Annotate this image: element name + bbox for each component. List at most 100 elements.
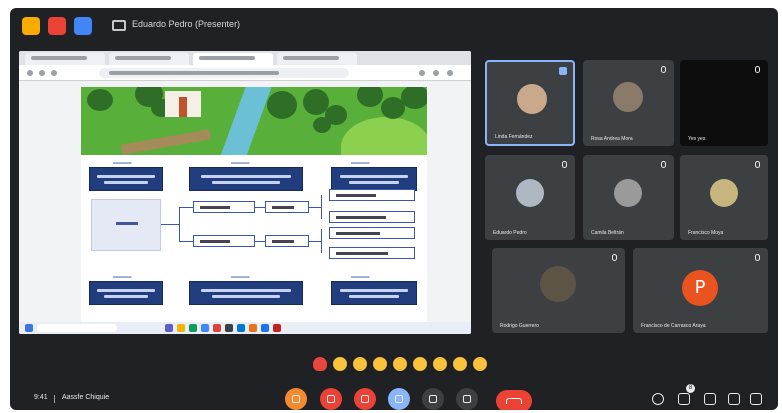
camera-toggle-button[interactable] xyxy=(354,388,376,410)
clap-reaction-icon[interactable] xyxy=(373,357,387,371)
taskbar-app-icon[interactable] xyxy=(189,324,197,332)
diagram-panel xyxy=(91,199,161,251)
raise-hand-button[interactable] xyxy=(285,388,307,410)
participant-name: Camila Beltrán xyxy=(591,230,624,236)
meeting-window: Eduardo Pedro (Presenter) ▁▁▁▁ ▁▁▁▁ ▁▁▁▁… xyxy=(10,8,778,410)
blue-app-icon[interactable] xyxy=(74,17,92,35)
participant-tile[interactable]: Eduardo Pedro xyxy=(485,155,575,240)
more-options-button[interactable] xyxy=(456,388,478,410)
participant-name: Yes yes xyxy=(688,136,706,142)
participant-avatar xyxy=(540,266,576,302)
back-icon[interactable] xyxy=(27,70,33,76)
browser-tab[interactable] xyxy=(277,53,357,65)
diagram-node xyxy=(329,227,415,239)
mic-off-icon xyxy=(755,161,760,168)
diagram-node xyxy=(329,189,415,201)
blue-info-box xyxy=(89,167,163,191)
start-icon[interactable] xyxy=(25,324,33,332)
mic-off-icon xyxy=(661,161,666,168)
present-button[interactable] xyxy=(422,388,444,410)
profile-icon[interactable] xyxy=(433,70,439,76)
participant-avatar xyxy=(614,179,642,207)
people-icon[interactable] xyxy=(678,393,690,405)
mic-off-icon xyxy=(755,66,760,73)
participant-name: Linda Fernández xyxy=(495,134,533,140)
chat-icon[interactable] xyxy=(704,393,716,405)
taskbar-app-icon[interactable] xyxy=(177,324,185,332)
taskbar-app-icon[interactable] xyxy=(225,324,233,332)
taskbar-app-icon[interactable] xyxy=(201,324,209,332)
browser-tab[interactable] xyxy=(25,53,105,65)
participant-name: Francisco de Carrasco Araya xyxy=(641,323,706,329)
mic-off-icon xyxy=(612,254,617,261)
captions-button[interactable] xyxy=(388,388,410,410)
yellow-app-icon[interactable] xyxy=(22,17,40,35)
lock-icon[interactable] xyxy=(750,393,762,405)
participant-avatar xyxy=(517,84,547,114)
thumbs-down-reaction-icon[interactable] xyxy=(473,357,487,371)
participant-tile[interactable]: Linda Fernández xyxy=(485,60,575,146)
diagram-node xyxy=(265,235,309,247)
participant-tile[interactable]: Rodrigo Guerrero xyxy=(492,248,625,333)
top-bar: Eduardo Pedro (Presenter) xyxy=(10,8,778,44)
info-icon[interactable] xyxy=(652,393,664,405)
presenter-label: Eduardo Pedro (Presenter) xyxy=(132,19,241,29)
landscape-illustration xyxy=(81,87,427,155)
participant-tile[interactable]: P Francisco de Carrasco Araya xyxy=(633,248,768,333)
party-reaction-icon[interactable] xyxy=(353,357,367,371)
participant-tile[interactable]: Rosa Andrea Mora xyxy=(583,60,674,146)
diagram-node xyxy=(265,201,309,213)
shared-screen[interactable]: ▁▁▁▁ ▁▁▁▁ ▁▁▁▁ ▁▁▁▁ ▁▁▁▁ ▁▁▁▁ xyxy=(19,51,471,334)
sad-reaction-icon[interactable] xyxy=(433,357,447,371)
extension-icon[interactable] xyxy=(419,70,425,76)
thinking-reaction-icon[interactable] xyxy=(453,357,467,371)
mic-off-icon xyxy=(755,254,760,261)
blue-info-box xyxy=(89,281,163,305)
blue-info-box xyxy=(189,281,303,305)
participant-name: Rodrigo Guerrero xyxy=(500,323,539,329)
browser-tab-active[interactable] xyxy=(193,53,273,65)
leave-call-button[interactable] xyxy=(496,390,532,410)
menu-icon[interactable] xyxy=(447,70,453,76)
diagram-node xyxy=(193,201,255,213)
participant-name: Rosa Andrea Mora xyxy=(591,136,633,142)
mic-off-icon xyxy=(562,161,567,168)
taskbar-search[interactable] xyxy=(37,324,117,332)
thumbs-up-reaction-icon[interactable] xyxy=(333,357,347,371)
heart-reaction-icon[interactable] xyxy=(313,357,327,371)
reload-icon[interactable] xyxy=(51,70,57,76)
taskbar-app-icon[interactable] xyxy=(165,324,173,332)
red-app-icon[interactable] xyxy=(48,17,66,35)
mic-toggle-button[interactable] xyxy=(320,388,342,410)
forward-icon[interactable] xyxy=(39,70,45,76)
diagram-node xyxy=(329,211,415,223)
browser-tab[interactable] xyxy=(109,53,189,65)
participant-tile[interactable]: Yes yes xyxy=(680,60,768,146)
browser-address-bar xyxy=(19,65,471,81)
divider xyxy=(54,395,55,403)
taskbar-app-icon[interactable] xyxy=(273,324,281,332)
windows-taskbar xyxy=(19,322,471,334)
blue-info-box xyxy=(331,167,417,191)
taskbar-app-icon[interactable] xyxy=(261,324,269,332)
participant-avatar xyxy=(710,179,738,207)
mic-off-icon xyxy=(661,66,666,73)
participant-letter-avatar: P xyxy=(682,270,718,306)
laugh-reaction-icon[interactable] xyxy=(393,357,407,371)
participant-tile[interactable]: Camila Beltrán xyxy=(583,155,674,240)
url-field[interactable] xyxy=(99,68,349,78)
activities-icon[interactable] xyxy=(728,393,740,405)
browser-tabs xyxy=(19,51,471,65)
pin-icon[interactable] xyxy=(559,67,567,75)
surprised-reaction-icon[interactable] xyxy=(413,357,427,371)
participant-tile[interactable]: Francisco Moya xyxy=(680,155,768,240)
meeting-code: Aassfe Chiquie xyxy=(62,394,110,401)
taskbar-app-icon[interactable] xyxy=(249,324,257,332)
participant-avatar xyxy=(613,82,643,112)
taskbar-app-icon[interactable] xyxy=(237,324,245,332)
participant-avatar xyxy=(516,179,544,207)
presentation-slide: ▁▁▁▁ ▁▁▁▁ ▁▁▁▁ ▁▁▁▁ ▁▁▁▁ ▁▁▁▁ xyxy=(81,87,427,329)
participant-name: Francisco Moya xyxy=(688,230,724,236)
blue-info-box xyxy=(189,167,303,191)
taskbar-app-icon[interactable] xyxy=(213,324,221,332)
